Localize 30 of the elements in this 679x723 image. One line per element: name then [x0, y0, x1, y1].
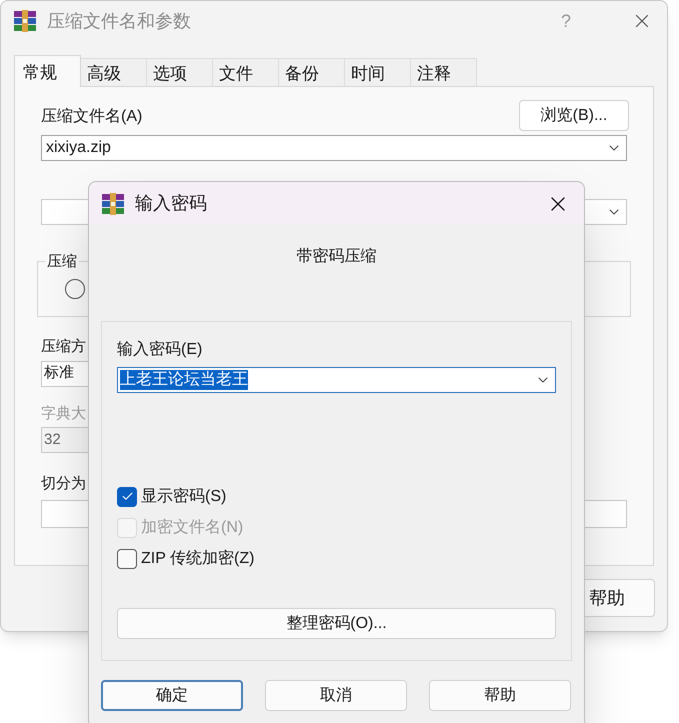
checkbox-label: 显示密码(S)	[141, 486, 226, 506]
tab[interactable]: 高级	[81, 58, 147, 86]
dialog-subtitle: 带密码压缩	[296, 246, 376, 267]
radio-button[interactable]	[65, 279, 85, 299]
dialog-title: 输入密码	[135, 192, 207, 215]
dialog-button[interactable]: 确定	[101, 680, 243, 711]
tab[interactable]: 时间	[345, 58, 411, 86]
tab[interactable]: 文件	[213, 58, 279, 86]
checkbox-label: ZIP 传统加密(Z)	[141, 548, 254, 568]
tab[interactable]: 注释	[411, 58, 477, 86]
tab[interactable]: 选项	[147, 58, 213, 86]
field-label: 压缩文件名(A)	[41, 106, 142, 127]
checkbox[interactable]	[117, 486, 137, 506]
field-label: 输入密码(E)	[117, 340, 204, 360]
checkbox[interactable]	[117, 548, 137, 568]
archive-icon	[13, 9, 37, 33]
field-label: 字典大	[41, 404, 86, 424]
dialog-button[interactable]: 帮助	[429, 680, 571, 711]
browse-button[interactable]: 浏览(B)...	[519, 100, 629, 131]
password-field[interactable]: 上老王论坛当老王	[117, 367, 556, 393]
archive-name-field[interactable]: xixiya.zip	[41, 135, 627, 161]
archive-icon	[101, 192, 125, 216]
field-label: 压缩方	[41, 337, 86, 357]
field-label: 切分为	[41, 474, 86, 494]
tab[interactable]: 常规	[14, 55, 81, 87]
window-title: 压缩文件名和参数	[47, 10, 191, 32]
dialog-button[interactable]: 取消	[265, 680, 407, 711]
manage-passwords-button[interactable]: 整理密码(O)...	[117, 608, 556, 639]
checkbox-label: 加密文件名(N)	[141, 518, 244, 538]
tab[interactable]: 备份	[279, 58, 345, 86]
